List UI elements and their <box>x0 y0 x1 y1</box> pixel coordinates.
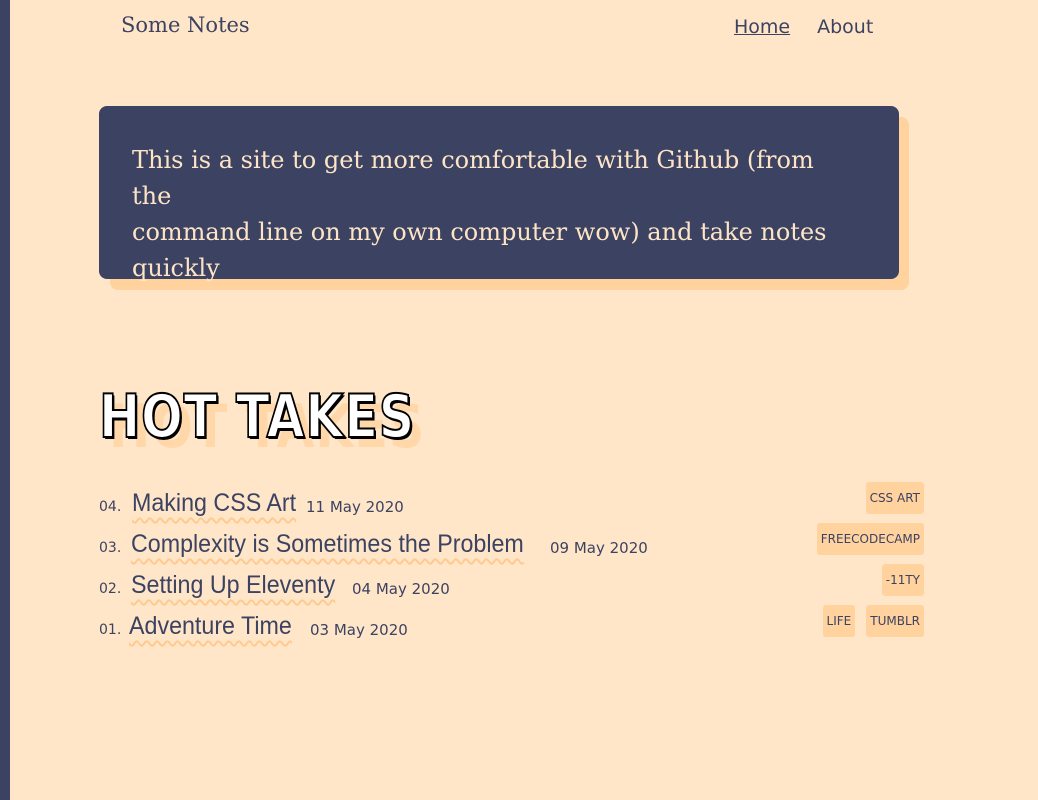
post-row: 04. Making CSS Art 11 May 2020 CSS ART <box>99 482 924 528</box>
post-title-link[interactable]: Setting Up Eleventy <box>131 571 335 600</box>
post-date: 04 May 2020 <box>352 580 450 598</box>
post-tags: FREECODECAMP <box>816 523 924 555</box>
post-tags: LIFE TUMBLR <box>822 605 924 637</box>
tag-badge[interactable]: TUMBLR <box>866 605 924 637</box>
intro-text-line: command line on my own computer wow) and… <box>132 218 827 246</box>
post-date: 03 May 2020 <box>310 621 408 639</box>
tag-badge[interactable]: CSS ART <box>865 482 924 514</box>
post-number: 04. <box>99 499 122 515</box>
post-number: 02. <box>99 581 122 597</box>
intro-text-line: quickly <box>132 254 220 282</box>
post-number: 01. <box>99 622 122 638</box>
intro-card: This is a site to get more comfortable w… <box>99 106 899 282</box>
post-title-link[interactable]: Making CSS Art <box>132 489 296 518</box>
section-heading: HOT TAKES HOT TAKES <box>98 382 439 463</box>
tag-badge[interactable]: LIFE <box>822 605 856 637</box>
post-row: 03. Complexity is Sometimes the Problem … <box>99 523 924 569</box>
nav-home-link[interactable]: Home <box>734 16 790 38</box>
main-nav: Home About <box>734 16 873 38</box>
post-tags: -11TY <box>881 564 924 596</box>
post-number: 03. <box>99 540 122 556</box>
post-list: 04. Making CSS Art 11 May 2020 CSS ART 0… <box>99 482 924 651</box>
post-date: 11 May 2020 <box>306 498 404 516</box>
nav-about-link[interactable]: About <box>817 16 873 38</box>
post-title-link[interactable]: Complexity is Sometimes the Problem <box>131 530 524 559</box>
left-rail <box>0 0 10 800</box>
post-tags: CSS ART <box>865 482 924 514</box>
tag-badge[interactable]: -11TY <box>881 564 924 596</box>
post-date: 09 May 2020 <box>550 539 648 557</box>
post-row: 02. Setting Up Eleventy 04 May 2020 -11T… <box>99 564 924 610</box>
post-row: 01. Adventure Time 03 May 2020 LIFE TUMB… <box>99 605 924 651</box>
tag-badge[interactable]: FREECODECAMP <box>816 523 924 555</box>
post-title-link[interactable]: Adventure Time <box>129 612 292 641</box>
site-title-link[interactable]: Some Notes <box>121 13 250 37</box>
intro-text-line: This is a site to get more comfortable w… <box>132 146 814 210</box>
section-heading-text: HOT TAKES <box>98 382 416 452</box>
